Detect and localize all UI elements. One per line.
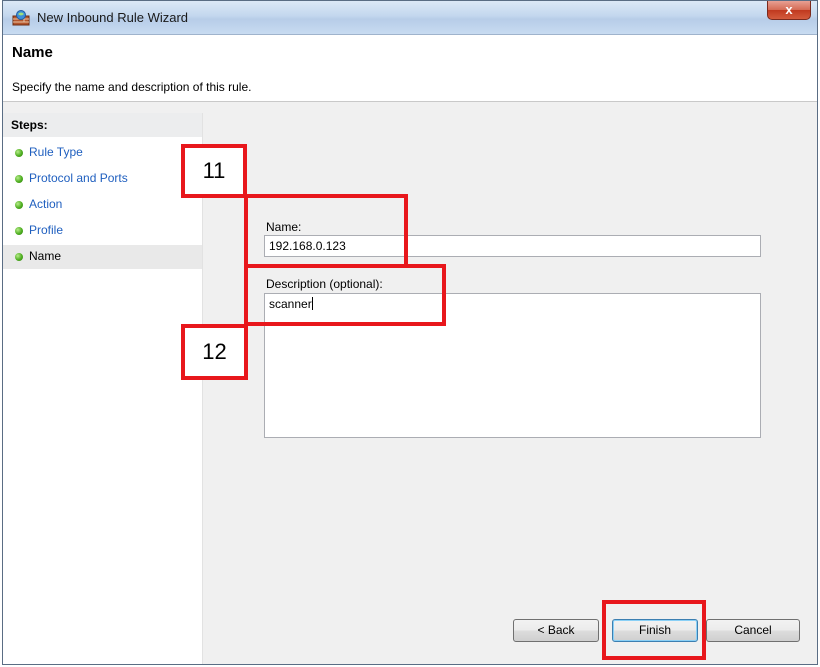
cancel-button[interactable]: Cancel xyxy=(706,619,800,642)
callout-box-name xyxy=(244,194,408,268)
step-label: Profile xyxy=(29,223,64,237)
step-name[interactable]: Name xyxy=(3,245,202,269)
page-title: Name xyxy=(12,44,53,61)
green-bullet-icon xyxy=(15,227,23,235)
step-label: Name xyxy=(29,249,62,263)
step-label: Rule Type xyxy=(29,145,83,159)
close-button[interactable]: x xyxy=(767,1,811,20)
step-label: Action xyxy=(29,197,63,211)
steps-panel: Steps: Rule Type Protocol and Ports Acti… xyxy=(3,113,203,664)
green-bullet-icon xyxy=(15,201,23,209)
callout-box-description xyxy=(244,264,446,326)
callout-number-11: 11 xyxy=(181,144,247,198)
step-action[interactable]: Action xyxy=(3,193,202,217)
steps-heading: Steps: xyxy=(3,113,202,137)
window-title: New Inbound Rule Wizard xyxy=(37,10,189,25)
wizard-header: Name Specify the name and description of… xyxy=(3,35,817,102)
step-protocol-and-ports[interactable]: Protocol and Ports xyxy=(3,167,202,191)
callout-number-12: 12 xyxy=(181,324,248,380)
step-profile[interactable]: Profile xyxy=(3,219,202,243)
title-bar[interactable]: New Inbound Rule Wizard x xyxy=(3,1,817,35)
green-bullet-icon xyxy=(15,149,23,157)
step-rule-type[interactable]: Rule Type xyxy=(3,141,202,165)
firewall-icon xyxy=(12,10,30,26)
green-bullet-icon xyxy=(15,175,23,183)
callout-box-finish xyxy=(602,600,706,660)
back-button[interactable]: < Back xyxy=(513,619,599,642)
green-bullet-icon xyxy=(15,253,23,261)
wizard-window: New Inbound Rule Wizard x Name Specify t… xyxy=(2,0,818,665)
page-subtitle: Specify the name and description of this… xyxy=(12,80,252,94)
step-label: Protocol and Ports xyxy=(29,171,128,185)
